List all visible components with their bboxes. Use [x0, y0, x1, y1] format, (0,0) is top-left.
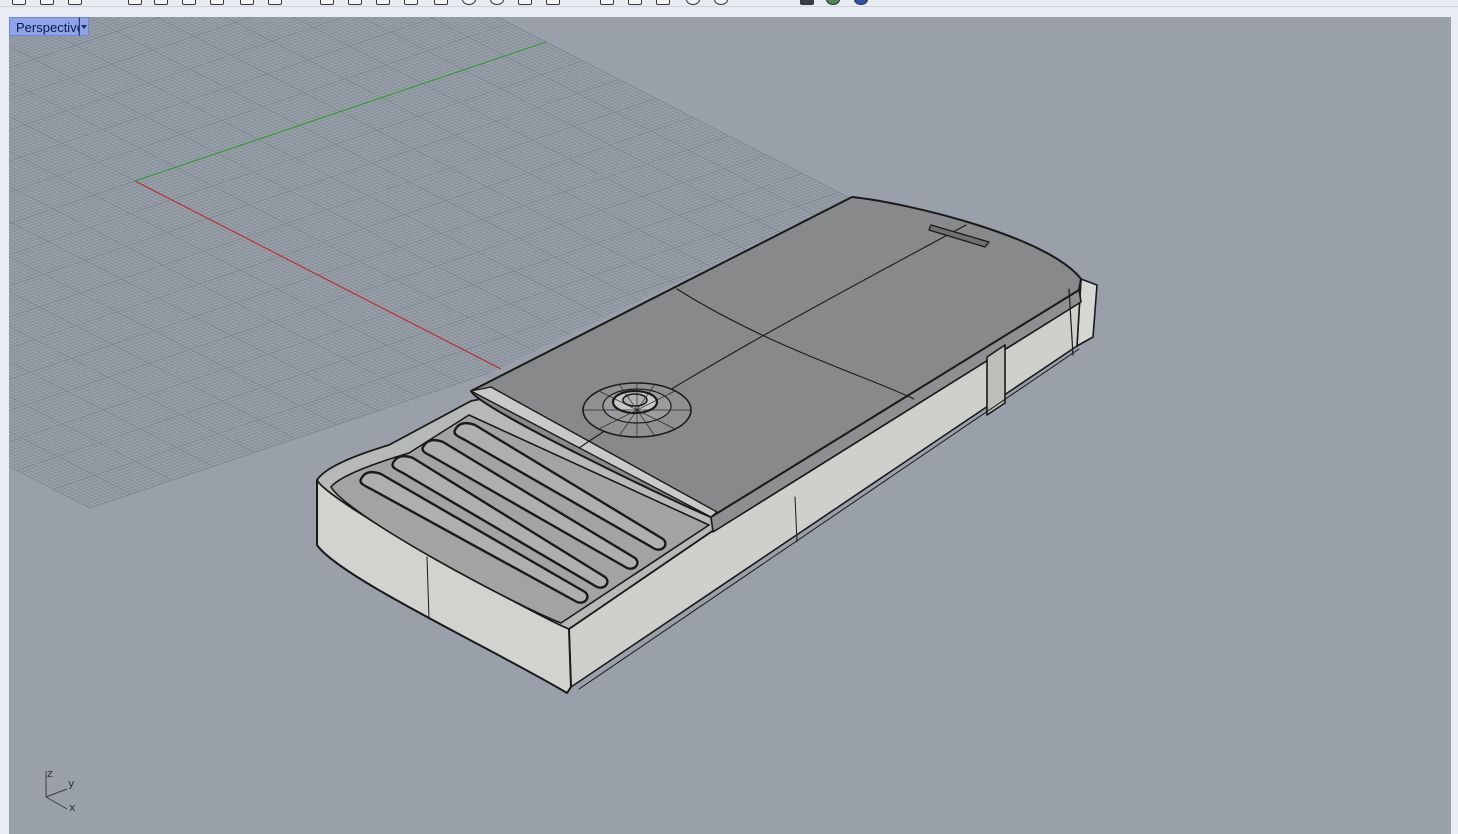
axis-y-label: y: [68, 777, 75, 790]
render-icon[interactable]: [656, 0, 670, 5]
right-gutter: [1451, 7, 1458, 834]
grid-line: [147, 17, 880, 242]
world-y-axis: [134, 41, 547, 182]
grid-line: [9, 17, 268, 178]
rotate-icon[interactable]: [348, 0, 362, 5]
main-toolbar: [0, 0, 1458, 7]
joystick-mesh: [582, 382, 692, 438]
sphere-icon[interactable]: [714, 0, 728, 5]
save-icon[interactable]: [68, 0, 82, 5]
rhino-window: z y x Perspective: [0, 0, 1458, 834]
zoom-icon[interactable]: [376, 0, 390, 5]
viewport-menu-dropdown-icon[interactable]: [79, 17, 89, 36]
zoom-window-icon[interactable]: [434, 0, 448, 5]
globe-icon[interactable]: [854, 0, 868, 5]
left-gutter: [0, 7, 9, 834]
viewport-tab[interactable]: Perspective: [9, 17, 89, 36]
viewport-icon[interactable]: [490, 0, 504, 5]
zoom-selected-icon[interactable]: [462, 0, 476, 5]
viewport-scene[interactable]: z y x: [9, 17, 1451, 834]
new-icon[interactable]: [12, 0, 26, 5]
grid-line: [9, 101, 181, 478]
paste-icon[interactable]: [210, 0, 224, 5]
redo-icon[interactable]: [268, 0, 282, 5]
snap-icon[interactable]: [546, 0, 560, 5]
properties-icon[interactable]: [628, 0, 642, 5]
grid-line: [9, 17, 246, 167]
material-icon[interactable]: [686, 0, 700, 5]
help-icon[interactable]: [826, 0, 840, 5]
open-icon[interactable]: [40, 0, 54, 5]
viewport-top-strip: [9, 7, 1451, 17]
axis-x-label: x: [69, 801, 76, 814]
grid-line: [9, 17, 459, 276]
grid-icon[interactable]: [518, 0, 532, 5]
side-button: [986, 344, 1006, 416]
viewport-title[interactable]: Perspective: [9, 17, 84, 36]
pan-icon[interactable]: [320, 0, 334, 5]
undo-icon[interactable]: [240, 0, 254, 5]
layer-icon[interactable]: [600, 0, 614, 5]
zoom-extents-icon[interactable]: [404, 0, 418, 5]
grid-line: [9, 17, 305, 197]
shade-icon[interactable]: [800, 0, 814, 5]
nav-joystick[interactable]: [582, 382, 692, 438]
perspective-viewport[interactable]: z y x: [9, 17, 1451, 834]
axis-z-label: z: [47, 767, 53, 780]
grid-line: [9, 17, 217, 152]
print-icon[interactable]: [128, 0, 142, 5]
grid-line: [9, 90, 642, 370]
world-x-axis: [134, 180, 502, 370]
cut-icon[interactable]: [154, 0, 168, 5]
grid-line: [151, 17, 884, 240]
copy-icon[interactable]: [182, 0, 196, 5]
